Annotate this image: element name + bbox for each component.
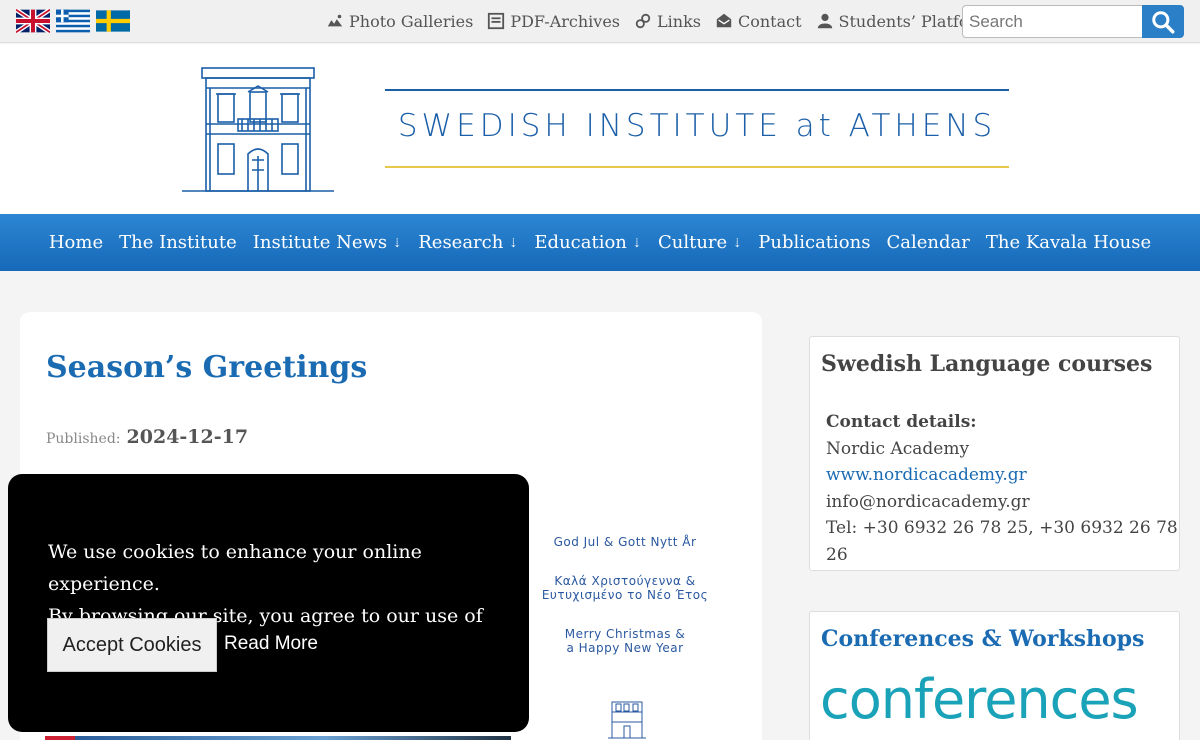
nav-item-research[interactable]: Research ⇣ xyxy=(418,232,518,253)
accept-cookies-button[interactable]: Accept Cookies xyxy=(47,618,217,672)
search-icon xyxy=(1152,10,1175,33)
language-flags xyxy=(16,9,130,33)
nav-label: Calendar xyxy=(886,232,970,253)
website-link[interactable]: www.nordicacademy.gr xyxy=(826,462,1179,489)
utility-links: Photo Galleries PDF-Archives Links Conta… xyxy=(326,8,991,34)
brand-top-line xyxy=(385,89,1009,91)
search-button[interactable] xyxy=(1142,5,1184,38)
nav-label: Research xyxy=(418,232,504,253)
search-input[interactable] xyxy=(962,5,1143,38)
conferences-widget: Conferences & Workshops conferences xyxy=(809,611,1180,740)
language-courses-title: Swedish Language courses xyxy=(821,351,1153,377)
greeting-english: Merry Christmas & a Happy New Year xyxy=(564,627,686,655)
org-name: Nordic Academy xyxy=(826,438,970,459)
greeting-swedish: God Jul & Gott Nytt År xyxy=(553,535,697,549)
contact-label: Contact details: xyxy=(826,412,977,432)
published-date: 2024-12-17 xyxy=(126,426,249,448)
contact-link[interactable]: Contact xyxy=(715,8,802,34)
brand-bottom-line xyxy=(385,166,1009,168)
dropdown-arrow-icon: ⇣ xyxy=(392,235,403,250)
dropdown-arrow-icon: ⇣ xyxy=(732,235,743,250)
photo-galleries-label: Photo Galleries xyxy=(349,11,474,31)
mail-icon xyxy=(716,13,732,28)
article-image xyxy=(45,736,511,740)
greeting-greek: Καλά Χριστούγεννα & Ευτυχισμένο το Νέο Έ… xyxy=(541,574,709,602)
nav-label: Culture xyxy=(657,232,728,253)
cookie-line-1: We use cookies to enhance your online ex… xyxy=(48,541,422,595)
flag-greece-icon[interactable] xyxy=(56,9,90,33)
language-courses-widget: Swedish Language courses Contact details… xyxy=(809,336,1180,571)
nav-label: Institute News xyxy=(252,232,388,253)
read-more-link[interactable]: Read More xyxy=(224,633,318,655)
email-text: info@nordicacademy.gr xyxy=(826,491,1030,512)
link-icon xyxy=(635,13,651,29)
published-label: Published: xyxy=(46,431,121,447)
user-icon xyxy=(817,13,832,29)
pdf-archives-label: PDF-Archives xyxy=(510,11,621,31)
conferences-logo[interactable]: conferences xyxy=(820,670,1139,730)
photo-galleries-link[interactable]: Photo Galleries xyxy=(326,8,473,34)
contact-details: Contact details: Nordic Academy www.nord… xyxy=(826,409,1179,568)
nav-item-kavala-house[interactable]: The Kavala House xyxy=(986,232,1151,253)
nav-item-institute-news[interactable]: Institute News ⇣ xyxy=(253,232,402,253)
main-navigation: Home The Institute Institute News ⇣ Resea… xyxy=(0,214,1200,271)
camera-icon xyxy=(327,14,343,27)
dropdown-arrow-icon: ⇣ xyxy=(508,235,519,250)
site-brand-title[interactable]: SWEDISH INSTITUTE at ATHENS xyxy=(385,108,1009,144)
site-header: SWEDISH INSTITUTE at ATHENS xyxy=(0,44,1200,214)
dropdown-arrow-icon: ⇣ xyxy=(631,235,642,250)
nav-item-calendar[interactable]: Calendar xyxy=(886,232,969,253)
nav-label: The Kavala House xyxy=(985,232,1152,253)
nav-item-culture[interactable]: Culture ⇣ xyxy=(658,232,742,253)
flag-uk-icon[interactable] xyxy=(16,9,50,33)
phone-text: Tel: +30 6932 26 78 25, +30 6932 26 78 2… xyxy=(826,518,1178,565)
nav-item-the-institute[interactable]: The Institute xyxy=(119,232,237,253)
links-link[interactable]: Links xyxy=(634,8,701,34)
nav-label: Publications xyxy=(758,232,871,253)
mini-building-icon xyxy=(608,701,646,739)
pdf-archives-link[interactable]: PDF-Archives xyxy=(487,8,620,34)
article-title[interactable]: Season’s Greetings xyxy=(46,350,367,385)
nav-label: Home xyxy=(48,232,104,253)
cookie-banner: We use cookies to enhance your online ex… xyxy=(8,474,529,732)
nav-item-publications[interactable]: Publications xyxy=(758,232,870,253)
top-utility-bar: Photo Galleries PDF-Archives Links Conta… xyxy=(0,0,1200,43)
published-info: Published: 2024-12-17 xyxy=(46,426,248,448)
contact-label: Contact xyxy=(737,11,802,31)
nav-item-home[interactable]: Home xyxy=(49,232,103,253)
pdf-icon xyxy=(488,12,505,30)
flag-sweden-icon[interactable] xyxy=(96,9,130,33)
nav-item-education[interactable]: Education ⇣ xyxy=(534,232,642,253)
nav-label: Education xyxy=(534,232,627,253)
links-label: Links xyxy=(657,11,701,31)
nav-label: The Institute xyxy=(119,232,237,253)
conferences-title[interactable]: Conferences & Workshops xyxy=(821,626,1144,652)
institute-building-logo-icon[interactable] xyxy=(180,64,336,194)
